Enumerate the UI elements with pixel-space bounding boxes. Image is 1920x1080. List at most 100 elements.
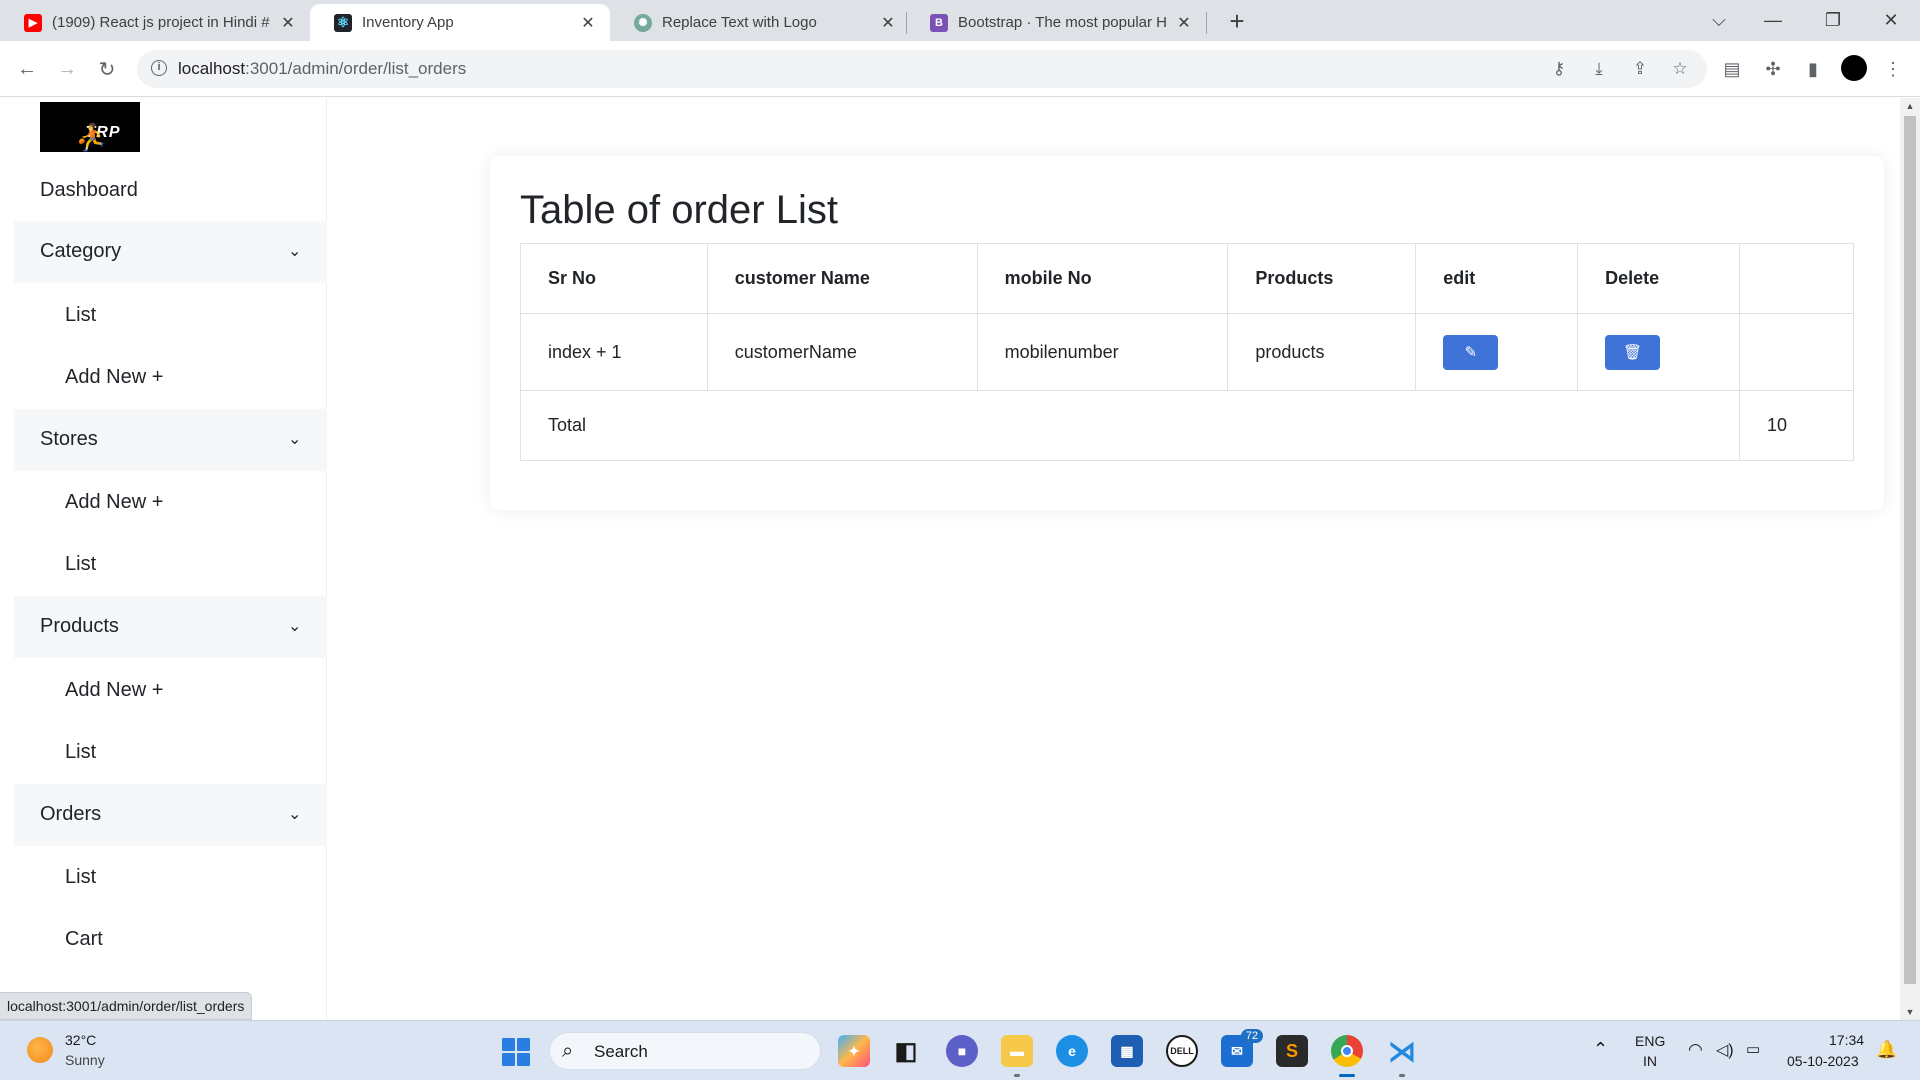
taskbar-search[interactable]: ⌕ Search	[549, 1032, 821, 1070]
restore-icon[interactable]: ❐	[1808, 0, 1858, 41]
youtube-icon: ▶	[24, 13, 42, 32]
tab-search-chevron-icon[interactable]: ⌵	[1694, 0, 1744, 41]
task-view-icon[interactable]: ◧	[890, 1035, 922, 1067]
minimize-icon[interactable]: —	[1748, 0, 1798, 41]
edge-icon[interactable]: e	[1056, 1035, 1088, 1067]
extensions-puzzle-icon[interactable]: ✣	[1760, 56, 1786, 82]
orders-table: Sr No customer Name mobile No Products e…	[519, 243, 1854, 461]
tab-title: Inventory App	[362, 14, 454, 31]
status-bar-url: localhost:3001/admin/order/list_orders	[0, 992, 253, 1020]
tab-replace-text[interactable]: ✺ Replace Text with Logo ✕	[610, 4, 910, 41]
battery-icon[interactable]: ▭	[1746, 1040, 1760, 1058]
notification-bell-icon[interactable]: 🔔	[1876, 1040, 1897, 1060]
edit-button[interactable]: ✎	[1443, 334, 1499, 370]
sun-icon[interactable]	[27, 1037, 53, 1063]
file-explorer-icon[interactable]: ▬	[1001, 1035, 1033, 1077]
sidebar-item-dashboard[interactable]: Dashboard	[40, 179, 138, 202]
tab-bootstrap[interactable]: B Bootstrap · The most popular HT ✕	[906, 4, 1206, 41]
sidebar-item-category-add[interactable]: Add New +	[65, 366, 163, 389]
volume-icon[interactable]: ◁)	[1716, 1040, 1734, 1060]
forward-icon[interactable]: →	[52, 54, 82, 84]
total-label: Total	[519, 390, 1741, 461]
cell-empty	[1739, 313, 1854, 391]
copilot-icon[interactable]: ✦	[838, 1035, 870, 1067]
search-placeholder: Search	[594, 1042, 648, 1061]
tab-youtube[interactable]: ▶ (1909) React js project in Hindi # ✕	[0, 4, 310, 41]
column-header: edit	[1415, 243, 1579, 314]
cell-customer-name: customerName	[706, 313, 978, 391]
sidebar-item-orders-cart[interactable]: Cart	[65, 928, 103, 951]
sidebar-item-stores-list[interactable]: List	[65, 553, 96, 576]
scroll-up-icon[interactable]: ▲	[1900, 98, 1920, 114]
close-icon[interactable]: ✕	[1174, 13, 1194, 33]
teams-chat-icon[interactable]: ■	[946, 1035, 978, 1067]
edit-icon: ✎	[1464, 344, 1478, 361]
scroll-down-icon[interactable]: ▼	[1900, 1004, 1920, 1020]
close-icon[interactable]: ✕	[278, 13, 298, 33]
delete-button[interactable]: 🗑	[1605, 334, 1661, 370]
profile-avatar[interactable]	[1841, 55, 1867, 81]
sidebar-item-stores-add[interactable]: Add New +	[65, 491, 163, 514]
install-icon[interactable]: ⤓	[1589, 59, 1609, 79]
sublime-text-icon[interactable]: S	[1276, 1035, 1308, 1067]
sidebar-group-stores[interactable]: Stores ⌄	[14, 409, 327, 471]
sidebar-group-orders[interactable]: Orders ⌄	[14, 784, 327, 846]
sidebar-item-orders-list[interactable]: List	[65, 866, 96, 889]
sidebar-item-products-list[interactable]: List	[65, 741, 96, 764]
sidebar-group-label: Category	[40, 240, 122, 262]
cell-products: products	[1227, 313, 1417, 391]
new-tab-icon[interactable]: +	[1222, 6, 1252, 36]
clock-date[interactable]: 05-10-2023	[1787, 1053, 1859, 1069]
table-row: index + 1 customerName mobilenumber prod…	[520, 313, 1854, 391]
browser-toolbar: ← → ↻ i localhost:3001/admin/order/list_…	[0, 41, 1920, 97]
close-icon[interactable]: ✕	[878, 13, 898, 33]
tab-title: Replace Text with Logo	[662, 14, 817, 31]
column-header: Products	[1227, 243, 1417, 314]
tab-inventory-app[interactable]: ⚛ Inventory App ✕	[310, 4, 610, 41]
sidebar-group-label: Products	[40, 615, 119, 637]
wifi-icon[interactable]: ◠	[1688, 1040, 1703, 1060]
cell-mobile-no: mobilenumber	[976, 313, 1229, 391]
sidebar-item-category-list[interactable]: List	[65, 304, 96, 327]
table-header-row: Sr No customer Name mobile No Products e…	[520, 243, 1854, 314]
page-scrollbar[interactable]: ▲ ▼	[1900, 98, 1920, 1020]
language-top[interactable]: ENG	[1635, 1033, 1665, 1049]
chrome-icon[interactable]	[1331, 1035, 1363, 1077]
key-icon[interactable]: ⚷	[1549, 59, 1569, 79]
weather-temperature[interactable]: 32°C	[65, 1032, 96, 1048]
close-icon[interactable]: ✕	[578, 13, 598, 33]
page-viewport: ⛹ TRP Dashboard Category ⌄ List Add New …	[0, 98, 1900, 1020]
window-close-icon[interactable]: ✕	[1866, 0, 1916, 41]
store-icon[interactable]: ▦	[1111, 1035, 1143, 1067]
clock-time[interactable]: 17:34	[1829, 1032, 1864, 1048]
app-logo[interactable]: ⛹ TRP	[40, 102, 140, 152]
back-icon[interactable]: ←	[12, 54, 42, 84]
orders-card: Table of order List Sr No customer Name …	[490, 156, 1884, 510]
taskbar: 32°C Sunny ⌕ Search ✦ ◧ ■ ▬ e ▦ DELL ✉ 72…	[0, 1020, 1920, 1080]
reload-icon[interactable]: ↻	[92, 54, 122, 84]
language-bottom[interactable]: IN	[1643, 1053, 1657, 1069]
address-bar[interactable]: i localhost:3001/admin/order/list_orders…	[137, 50, 1707, 88]
side-panel-icon[interactable]: ▮	[1800, 56, 1826, 82]
share-icon[interactable]: ⇪	[1630, 59, 1650, 79]
url-text: localhost:3001/admin/order/list_orders	[178, 59, 466, 79]
site-info-icon[interactable]: i	[151, 60, 167, 76]
url-path: :3001/admin/order/list_orders	[245, 59, 467, 78]
runner-icon: ⛹	[74, 122, 108, 152]
bookmark-star-icon[interactable]: ☆	[1670, 59, 1690, 79]
windows-start-icon[interactable]	[502, 1038, 530, 1066]
vscode-icon[interactable]: ⋊	[1386, 1035, 1418, 1077]
cell-edit: ✎	[1415, 313, 1579, 391]
show-hidden-icons-chevron[interactable]: ⌃	[1593, 1039, 1608, 1060]
sidebar-group-label: Orders	[40, 803, 102, 825]
sidebar-group-category[interactable]: Category ⌄	[14, 221, 327, 283]
scrollbar-thumb[interactable]	[1904, 116, 1916, 984]
sidebar-group-products[interactable]: Products ⌄	[14, 596, 327, 658]
calendar-extension-icon[interactable]: ▤	[1719, 56, 1745, 82]
dell-icon[interactable]: DELL	[1166, 1035, 1198, 1067]
sidebar-item-products-add[interactable]: Add New +	[65, 679, 163, 702]
menu-kebab-icon[interactable]: ⋮	[1880, 56, 1906, 82]
column-header	[1739, 243, 1854, 314]
weather-condition[interactable]: Sunny	[65, 1052, 105, 1068]
mail-icon[interactable]: ✉ 72	[1221, 1029, 1263, 1067]
